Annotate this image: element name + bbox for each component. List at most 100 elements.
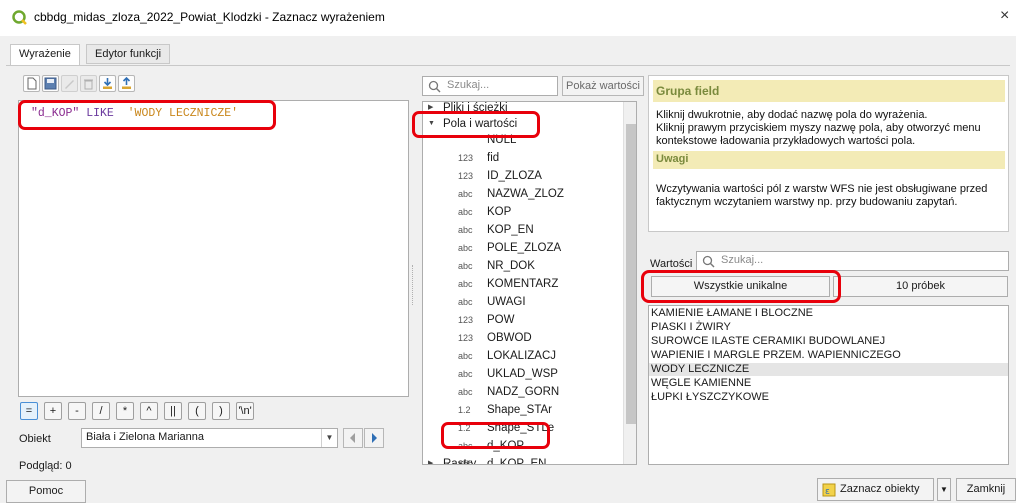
field-name: POW (487, 314, 515, 326)
field-name: OBWOD (487, 332, 532, 344)
field-name: ID_ZLOZA (487, 170, 542, 182)
prev-arrow-icon (350, 433, 355, 443)
help-panel: Grupa field Kliknij dwukrotnie, aby doda… (648, 75, 1009, 232)
window-title: cbbdg_midas_zloza_2022_Powiat_Klodzki - … (34, 10, 385, 24)
expression-highlight (18, 100, 276, 130)
operator-minus-button[interactable]: - (68, 402, 86, 420)
function-search-input[interactable]: Szukaj... (422, 76, 558, 96)
tab-function-editor[interactable]: Edytor funkcji (86, 44, 171, 64)
select-features-label: Zaznacz obiekty (840, 483, 920, 495)
chevron-down-icon[interactable]: ▼ (937, 478, 951, 501)
field-name: NR_DOK (487, 260, 535, 272)
search-icon (702, 255, 715, 268)
chevron-down-icon[interactable]: ▼ (321, 429, 337, 447)
values-search-placeholder: Szukaj... (721, 254, 764, 266)
field-name: KOMENTARZ (487, 278, 559, 290)
operator-newline-button[interactable]: '\n' (236, 402, 254, 420)
fields-group-highlight (412, 111, 540, 138)
field-type-badge: abc (458, 351, 473, 361)
ten-samples-button[interactable]: 10 próbek (833, 276, 1008, 297)
field-name: d_KOP_EN (487, 458, 547, 465)
function-search-placeholder: Szukaj... (447, 79, 490, 91)
field-type-badge: abc (458, 387, 473, 397)
operator-close-paren-button[interactable]: ) (212, 402, 230, 420)
field-type-badge: abc (458, 297, 473, 307)
function-tree[interactable]: ▶ Pliki i ścieżki ▼ Pola i wartości NULL… (422, 101, 637, 465)
operator-power-button[interactable]: ^ (140, 402, 158, 420)
field-name: NADZ_GORN (487, 386, 560, 398)
prev-feature-button[interactable] (343, 428, 363, 448)
field-name: POLE_ZLOZA (487, 242, 562, 254)
field-name: UWAGI (487, 296, 526, 308)
feature-combobox[interactable]: Biała i Zielona Marianna ▼ (81, 428, 338, 448)
field-type-badge: abc (458, 279, 473, 289)
help-text-2: Kliknij prawym przyciskiem myszy nazwę p… (656, 122, 981, 147)
edit-icon[interactable] (61, 75, 78, 92)
operator-plus-button[interactable]: + (44, 402, 62, 420)
svg-text:ε: ε (825, 487, 830, 497)
operator-multiply-button[interactable]: * (116, 402, 134, 420)
splitter-handle[interactable] (412, 265, 414, 305)
values-search-input[interactable]: Szukaj... (696, 251, 1009, 271)
field-name: UKLAD_WSP (487, 368, 558, 380)
value-item[interactable]: WODY LECZNICZE (649, 363, 1008, 376)
feature-value: Biała i Zielona Marianna (86, 431, 205, 443)
value-item[interactable]: WAPIENIE I MARGLE PRZEM. WAPIENNICZEGO (649, 349, 1008, 362)
field-type-badge: 123 (458, 171, 474, 181)
value-item[interactable]: WĘGLE KAMIENNE (649, 377, 1008, 390)
delete-icon[interactable] (80, 75, 97, 92)
field-name: LOKALIZACJ (487, 350, 557, 362)
title-bar: cbbdg_midas_zloza_2022_Powiat_Klodzki - … (0, 0, 1016, 36)
field-highlight (441, 422, 550, 449)
value-item[interactable]: PIASKI I ŻWIRY (649, 321, 1008, 334)
tree-scrollbar-thumb[interactable] (626, 124, 636, 424)
tab-expression[interactable]: Wyrażenie (10, 44, 80, 66)
operator-concat-button[interactable]: || (164, 402, 182, 420)
field-type-badge: abc (458, 243, 473, 253)
field-type-badge: 123 (458, 315, 474, 325)
search-icon (428, 80, 441, 93)
field-type-badge: abc (458, 189, 473, 199)
save-icon[interactable] (42, 75, 59, 92)
expression-editor[interactable]: "d_KOP" LIKE 'WODY LECZNICZE' (18, 100, 409, 397)
help-text-1: Kliknij dwukrotnie, aby dodać nazwę pola… (656, 109, 928, 121)
field-type-badge: abc (458, 261, 473, 271)
select-by-expression-icon: ε (822, 483, 836, 497)
qgis-logo-icon (12, 10, 27, 25)
notes-text: Wczytywania wartości pól z warstw WFS ni… (656, 183, 988, 208)
help-button[interactable]: Pomoc (6, 480, 86, 503)
import-icon[interactable] (99, 75, 116, 92)
operator-divide-button[interactable]: / (92, 402, 110, 420)
next-feature-button[interactable] (364, 428, 384, 448)
field-type-badge: abc (458, 225, 473, 235)
value-item[interactable]: KAMIENIE ŁAMANE I BLOCZNE (649, 307, 1008, 320)
chevron-right-icon: ▶ (428, 460, 434, 465)
value-item[interactable]: SUROWCE ILASTE CERAMIKI BUDOWLANEJ (649, 335, 1008, 348)
field-name: NAZWA_ZLOZ (487, 188, 564, 200)
field-type-badge: 123 (458, 153, 474, 163)
field-name: KOP_EN (487, 224, 534, 236)
close-icon[interactable]: × (1000, 7, 1009, 25)
tab-divider (6, 65, 1010, 66)
operator-equals-button[interactable]: = (20, 402, 38, 420)
field-name: KOP (487, 206, 512, 218)
operator-open-paren-button[interactable]: ( (188, 402, 206, 420)
select-features-button[interactable]: ε Zaznacz obiekty (817, 478, 934, 501)
tree-scrollbar[interactable] (623, 102, 636, 464)
notes-title: Uwagi (653, 151, 1005, 169)
show-values-button[interactable]: Pokaż wartości (562, 76, 644, 96)
all-unique-highlight (641, 270, 841, 303)
value-item[interactable]: ŁUPKI ŁYSZCZYKOWE (649, 391, 1008, 404)
new-file-icon[interactable] (23, 75, 40, 92)
field-name: fid (487, 152, 500, 164)
field-type-badge: abc (458, 207, 473, 217)
values-label: Wartości (650, 258, 693, 270)
preview-output: Podgląd: 0 (19, 460, 72, 472)
feature-label: Obiekt (19, 433, 51, 445)
close-button[interactable]: Zamknij (956, 478, 1016, 501)
values-list[interactable]: KAMIENIE ŁAMANE I BLOCZNE PIASKI I ŻWIRY S… (648, 305, 1009, 465)
field-type-badge: 123 (458, 333, 474, 343)
help-title: Grupa field (653, 80, 1005, 102)
export-icon[interactable] (118, 75, 135, 92)
field-name: Shape_STAr (487, 404, 552, 416)
